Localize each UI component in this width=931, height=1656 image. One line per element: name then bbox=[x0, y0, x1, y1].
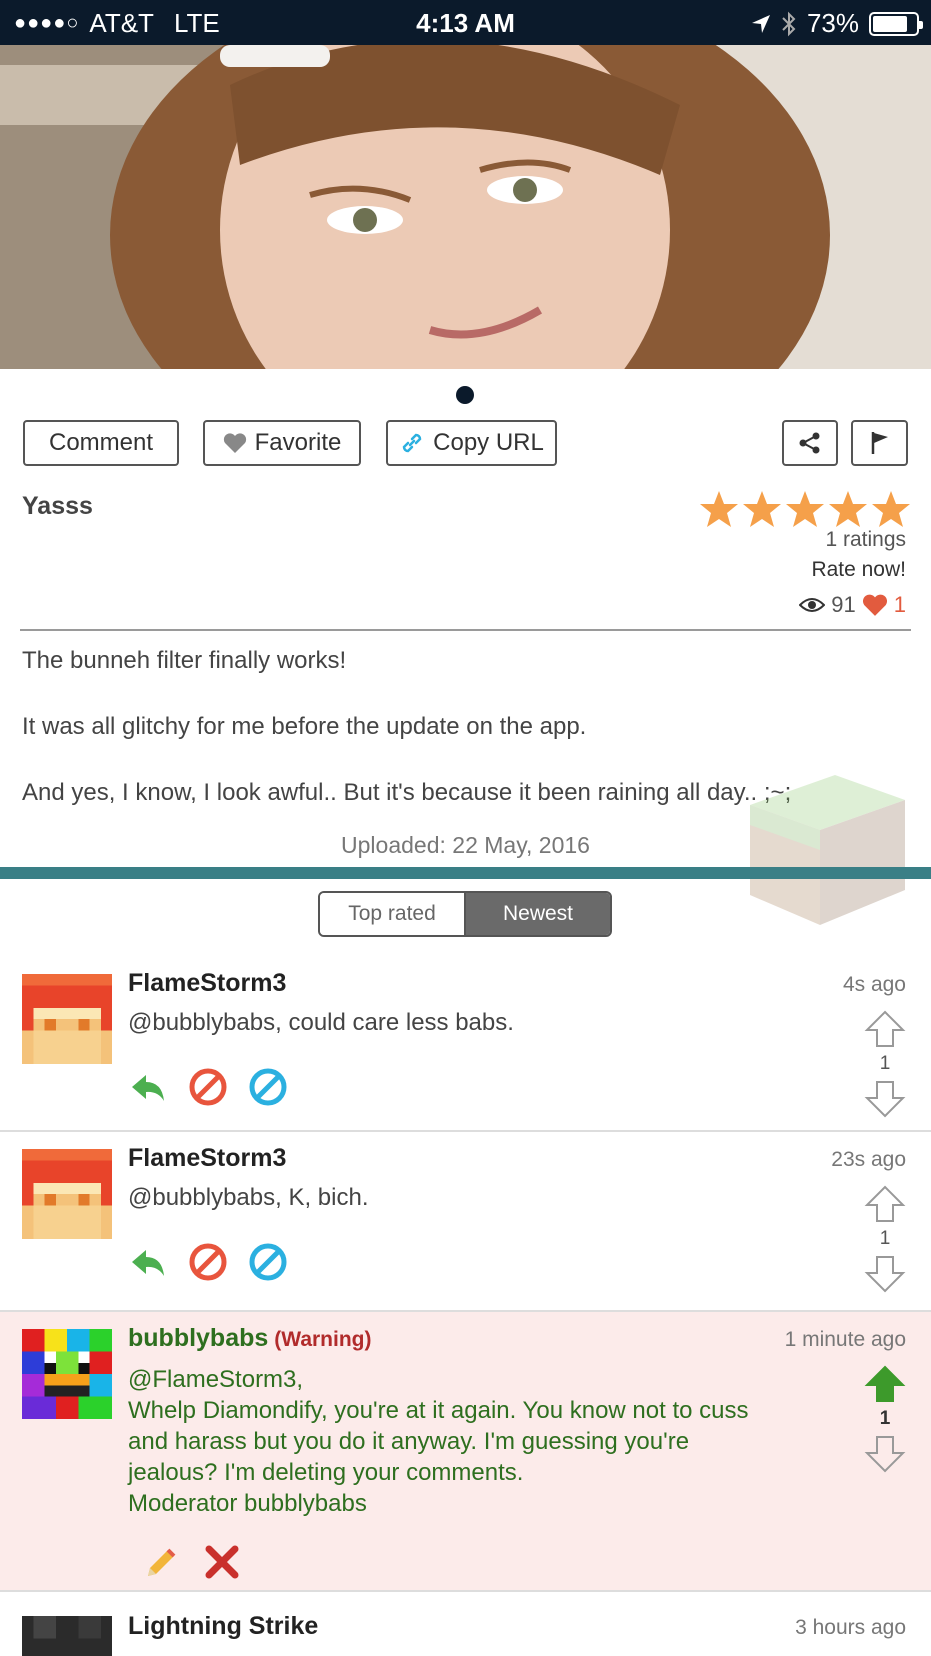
comment-item: Lightning Strike 3 hours ago bbox=[0, 1592, 931, 1656]
post-description-line: It was all glitchy for me before the upd… bbox=[22, 713, 587, 740]
share-icon bbox=[799, 432, 820, 454]
tab-top-rated[interactable]: Top rated bbox=[320, 893, 466, 935]
star-icon[interactable] bbox=[785, 489, 825, 529]
bluetooth-icon bbox=[782, 11, 796, 36]
copy-url-button-label: Copy URL bbox=[433, 429, 544, 456]
flag-icon bbox=[871, 432, 888, 454]
comment-line: and harass but you do it anyway. I'm gue… bbox=[128, 1428, 690, 1455]
favorite-button[interactable]: Favorite bbox=[203, 420, 361, 466]
comment-line: Moderator bubblybabs bbox=[128, 1490, 367, 1517]
battery-icon bbox=[869, 11, 923, 36]
rate-now-link[interactable]: Rate now! bbox=[811, 558, 906, 582]
post-description-line: And yes, I know, I look awful.. But it's… bbox=[22, 779, 792, 806]
section-divider bbox=[0, 867, 931, 879]
heart-icon bbox=[862, 594, 887, 616]
avatar[interactable] bbox=[22, 1616, 112, 1656]
like-count: 1 bbox=[893, 592, 906, 617]
comment-sort-tabs: Top rated Newest bbox=[318, 891, 612, 937]
comment-text: @FlameStorm3, Whelp Diamondify, you're a… bbox=[128, 1364, 828, 1519]
post-title: Yasss bbox=[22, 492, 93, 520]
view-count: 91 bbox=[831, 592, 856, 617]
comment-time: 4s ago bbox=[842, 973, 906, 996]
report-flag-button[interactable] bbox=[851, 420, 908, 466]
upload-date: Uploaded: 22 May, 2016 bbox=[341, 832, 590, 858]
downvote-icon[interactable] bbox=[864, 1254, 906, 1294]
vote-control: 1 bbox=[864, 1009, 906, 1119]
comment-line: @FlameStorm3, bbox=[128, 1366, 304, 1393]
vote-control: 1 bbox=[864, 1364, 906, 1474]
copy-url-button[interactable]: Copy URL bbox=[386, 420, 557, 466]
block-red-icon[interactable] bbox=[188, 1242, 228, 1282]
eye-icon bbox=[799, 598, 826, 612]
comment-author[interactable]: bubblybabs (Warning) bbox=[128, 1324, 372, 1353]
avatar[interactable] bbox=[22, 1329, 112, 1419]
block-red-icon[interactable] bbox=[188, 1067, 228, 1107]
comment-author[interactable]: Lightning Strike bbox=[128, 1612, 318, 1641]
comment-button[interactable]: Comment bbox=[23, 420, 179, 466]
comment-time: 23s ago bbox=[831, 1148, 906, 1171]
downvote-icon[interactable] bbox=[864, 1079, 906, 1119]
comment-text: @bubblybabs, could care less babs. bbox=[128, 1009, 514, 1036]
warning-tag: (Warning) bbox=[274, 1328, 372, 1351]
upvote-icon[interactable] bbox=[864, 1184, 906, 1224]
comment-item-warning: bubblybabs (Warning) 1 minute ago @FlameS… bbox=[0, 1312, 931, 1592]
comment-item: FlameStorm3 23s ago @bubblybabs, K, bich… bbox=[0, 1132, 931, 1312]
star-icon[interactable] bbox=[871, 489, 911, 529]
post-description-line: The bunneh filter finally works! bbox=[22, 647, 347, 674]
comment-time: 3 hours ago bbox=[795, 1616, 906, 1639]
reply-icon[interactable] bbox=[128, 1242, 168, 1282]
avatar[interactable] bbox=[22, 974, 112, 1064]
status-bar: ●●●●○ AT&T LTE 4:13 AM 73% bbox=[0, 0, 931, 45]
block-blue-icon[interactable] bbox=[248, 1067, 288, 1107]
comment-time: 1 minute ago bbox=[784, 1328, 906, 1351]
comment-line: Whelp Diamondify, you're at it again. Yo… bbox=[128, 1397, 749, 1424]
comment-author[interactable]: FlameStorm3 bbox=[128, 969, 286, 998]
comment-author[interactable]: FlameStorm3 bbox=[128, 1144, 286, 1173]
star-icon[interactable] bbox=[699, 489, 739, 529]
reply-icon[interactable] bbox=[128, 1067, 168, 1107]
comment-button-label: Comment bbox=[48, 429, 154, 456]
block-blue-icon[interactable] bbox=[248, 1242, 288, 1282]
comment-author-name: bubblybabs bbox=[128, 1324, 269, 1352]
comment-text: @bubblybabs, K, bich. bbox=[128, 1184, 369, 1211]
share-button[interactable] bbox=[782, 420, 838, 466]
post-stats: 91 1 bbox=[799, 592, 906, 618]
comment-item: FlameStorm3 4s ago @bubblybabs, could ca… bbox=[0, 957, 931, 1132]
tab-newest[interactable]: Newest bbox=[466, 893, 610, 935]
heart-icon bbox=[223, 433, 246, 453]
upvote-icon-active[interactable] bbox=[864, 1364, 906, 1404]
vote-score: 1 bbox=[879, 1053, 891, 1074]
vote-score: 1 bbox=[879, 1408, 891, 1429]
delete-x-icon[interactable] bbox=[202, 1542, 242, 1582]
vote-control: 1 bbox=[864, 1184, 906, 1294]
link-icon bbox=[402, 433, 422, 453]
star-icon[interactable] bbox=[828, 489, 868, 529]
comment-line: jealous? I'm deleting your comments. bbox=[128, 1459, 524, 1486]
edit-pencil-icon[interactable] bbox=[140, 1542, 180, 1582]
ratings-count: 1 ratings bbox=[825, 528, 906, 551]
rating-stars[interactable] bbox=[699, 489, 911, 529]
battery-percent: 73% bbox=[806, 8, 859, 38]
location-arrow-icon bbox=[751, 14, 770, 33]
avatar[interactable] bbox=[22, 1149, 112, 1239]
downvote-icon[interactable] bbox=[864, 1434, 906, 1474]
page-indicator-dot bbox=[456, 386, 474, 404]
vote-score: 1 bbox=[879, 1228, 891, 1249]
favorite-button-label: Favorite bbox=[254, 429, 342, 456]
star-icon[interactable] bbox=[742, 489, 782, 529]
post-photo[interactable] bbox=[0, 45, 931, 369]
divider bbox=[20, 629, 911, 631]
upvote-icon[interactable] bbox=[864, 1009, 906, 1049]
